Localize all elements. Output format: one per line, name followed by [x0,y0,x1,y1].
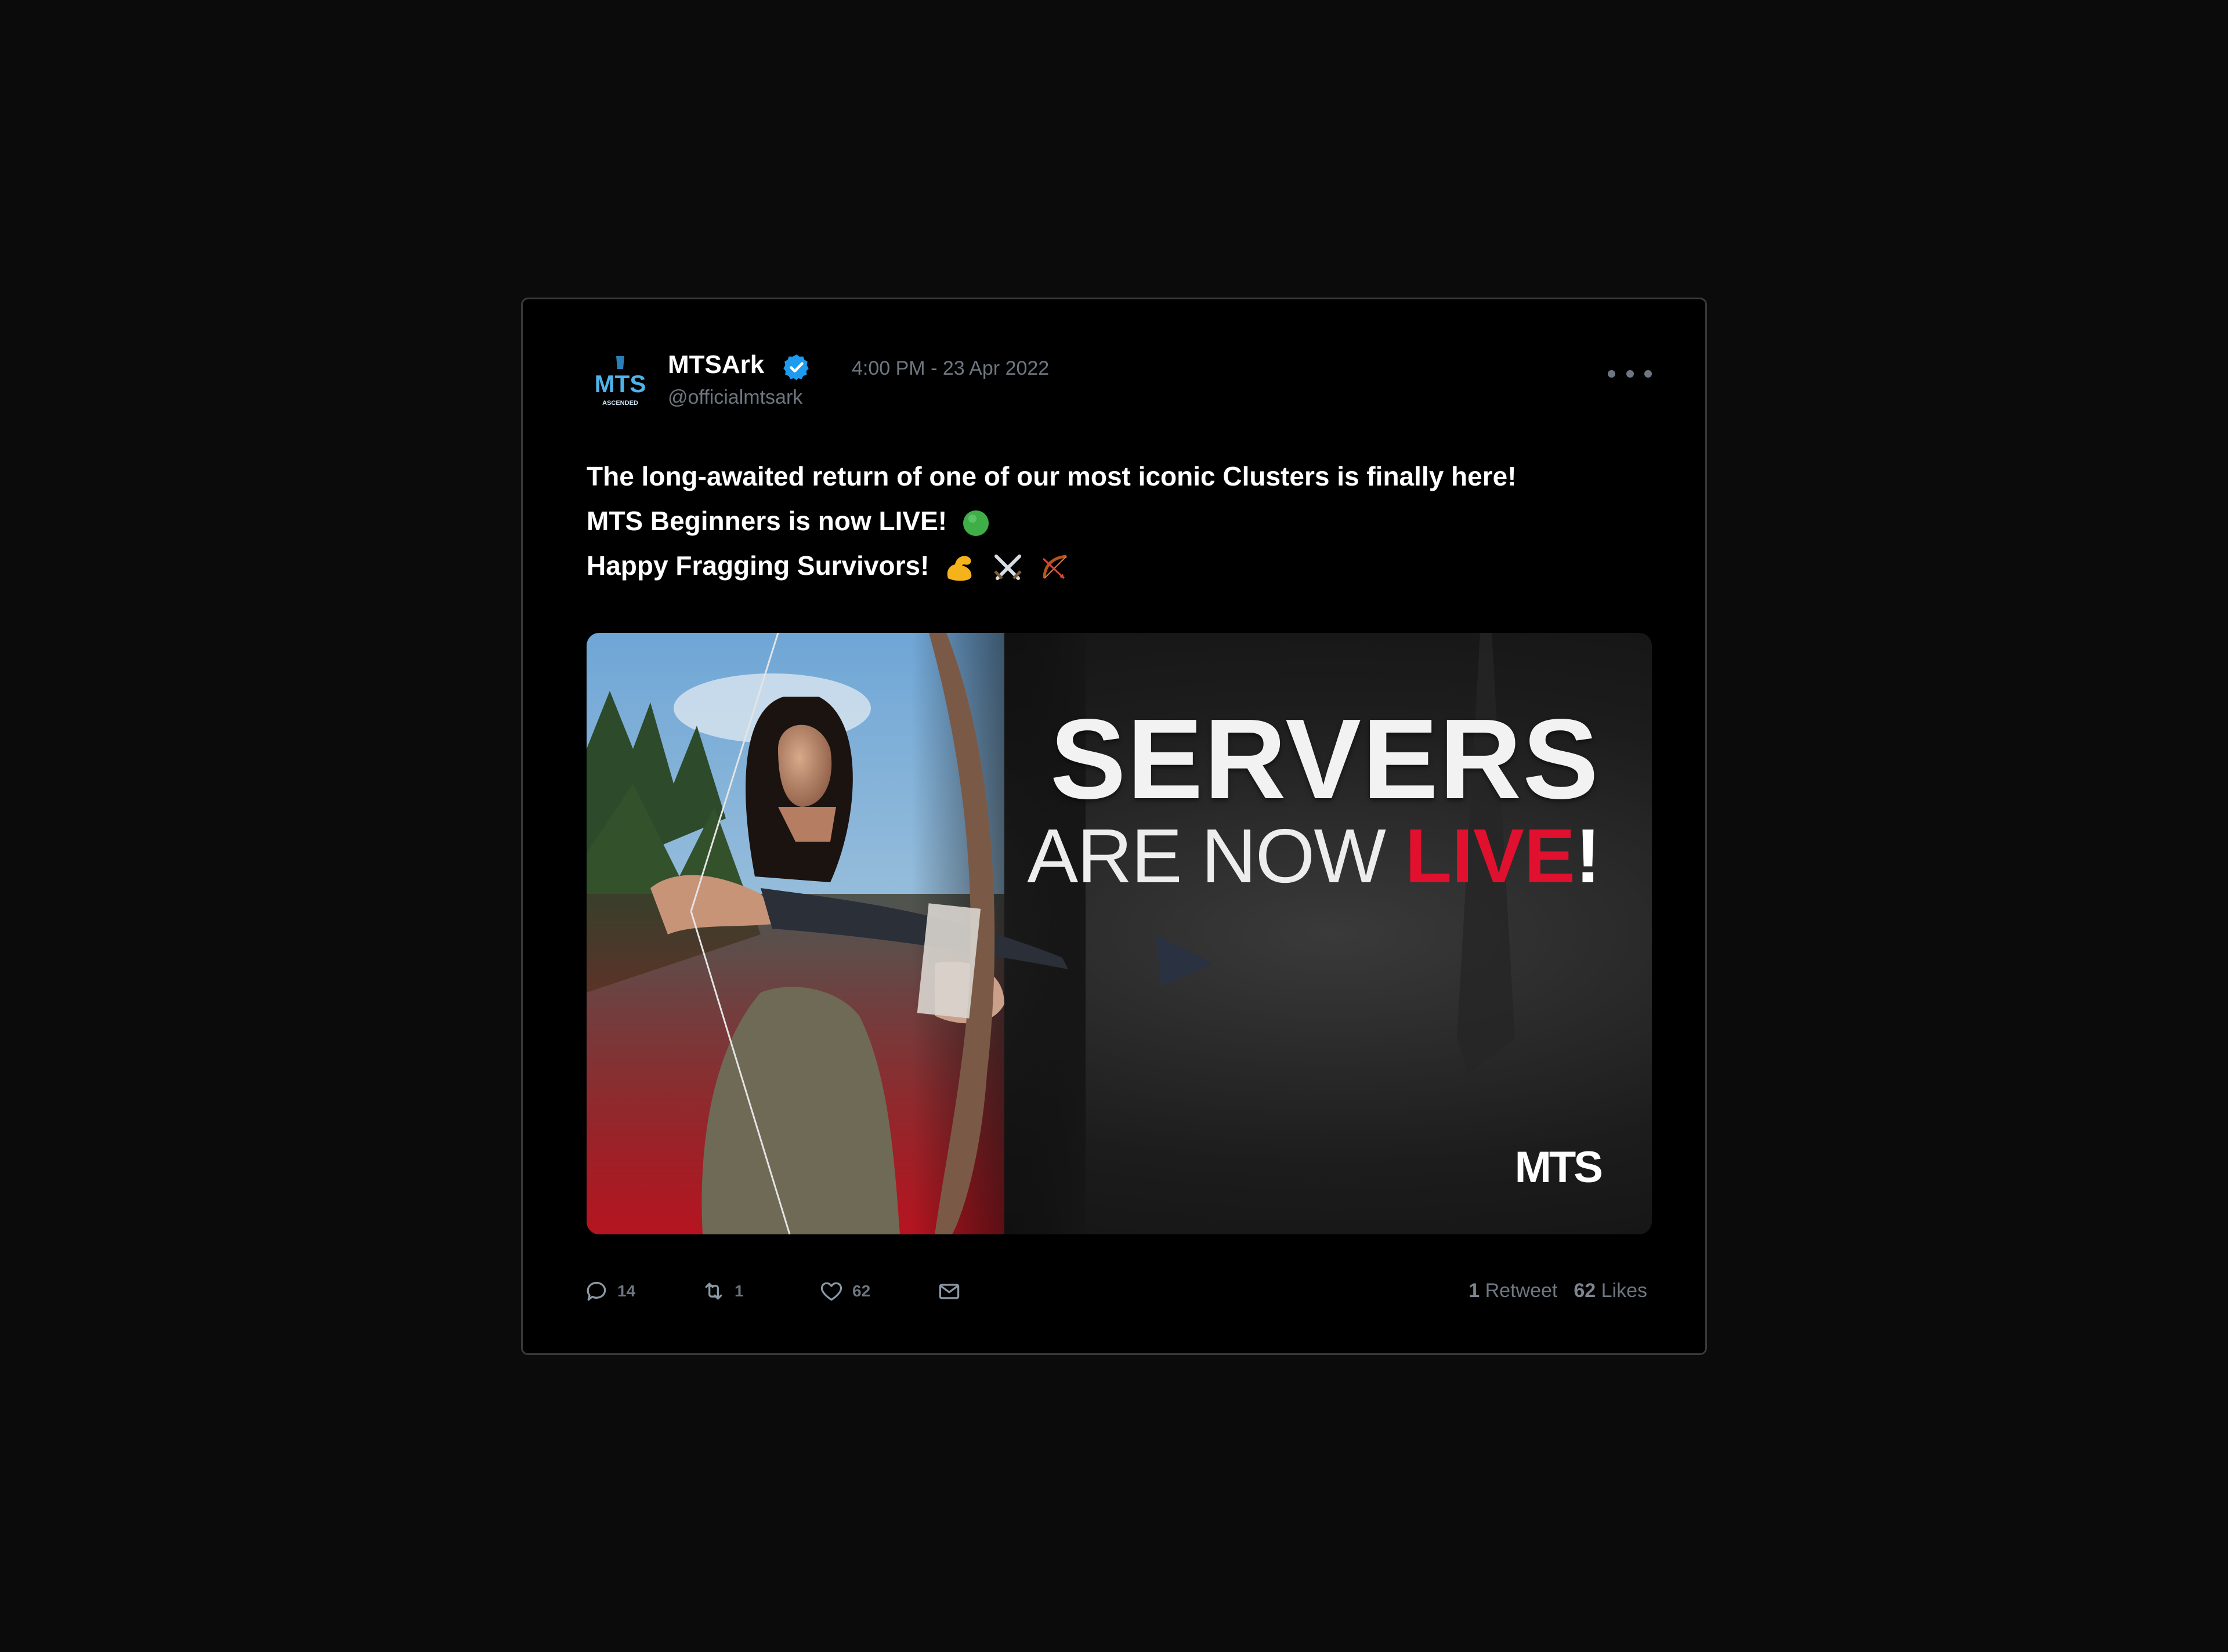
headline-live-line: ARE NOW LIVE! [1027,813,1601,899]
bow-and-arrow-icon [1042,555,1067,579]
like-count: 62 [852,1282,871,1300]
like-total[interactable]: 62 [1574,1280,1596,1302]
headline-bang: ! [1575,813,1601,899]
headline-live: LIVE [1405,813,1576,899]
avatar[interactable]: MTS ASCENDED [588,352,652,415]
tweet-image[interactable]: SERVERS ARE NOW LIVE! MTS [587,633,1652,1234]
tweet-card: MTS ASCENDED MTSArk @officialmtsark 4:00… [521,298,1707,1355]
tweet-body: The long-awaited return of one of our mo… [587,454,1654,588]
envelope-icon [939,1284,960,1299]
retweet-count: 1 [735,1282,744,1300]
share-button[interactable] [936,1274,962,1309]
tweet-line-2-text: MTS Beginners is now LIVE! [587,506,947,536]
avatar-logo-text: MTS [595,370,646,397]
green-circle-icon [963,510,989,536]
tweet-line-1: The long-awaited return of one of our mo… [587,461,1517,491]
retweet-icon [705,1283,722,1300]
reply-button[interactable]: 14 [584,1274,635,1309]
headline-are-now: ARE NOW [1027,813,1405,899]
headline-servers: SERVERS [1050,695,1600,823]
flexed-biceps-icon [947,556,972,581]
reply-icon [587,1281,606,1301]
more-options-icon[interactable] [1608,368,1652,379]
brand-logo: MTS [1514,1143,1603,1192]
tweet-line-2: MTS Beginners is now LIVE! [587,499,1654,544]
retweet-total[interactable]: 1 [1469,1280,1480,1302]
reply-count: 14 [617,1282,636,1300]
verified-badge-icon [783,354,809,381]
tweet-line-3-text: Happy Fragging Survivors! [587,550,929,581]
author-handle[interactable]: @officialmtsark [668,386,802,409]
tweet-line-3: Happy Fragging Survivors! [587,544,1654,588]
author-name[interactable]: MTSArk [668,350,764,379]
likes-label[interactable]: Likes [1601,1280,1647,1302]
retweet-label[interactable]: Retweet [1485,1280,1558,1302]
crossed-swords-icon [994,554,1022,580]
image-headline: SERVERS ARE NOW LIVE! [1027,695,1601,899]
engagement-stats: 1 Retweet 62 Likes [1469,1280,1647,1302]
heart-icon [820,1282,842,1301]
tweet-timestamp[interactable]: 4:00 PM - 23 Apr 2022 [852,357,1049,380]
avatar-subtext: ASCENDED [602,400,638,407]
like-button[interactable]: 62 [819,1274,870,1309]
retweet-button[interactable]: 1 [701,1274,744,1309]
